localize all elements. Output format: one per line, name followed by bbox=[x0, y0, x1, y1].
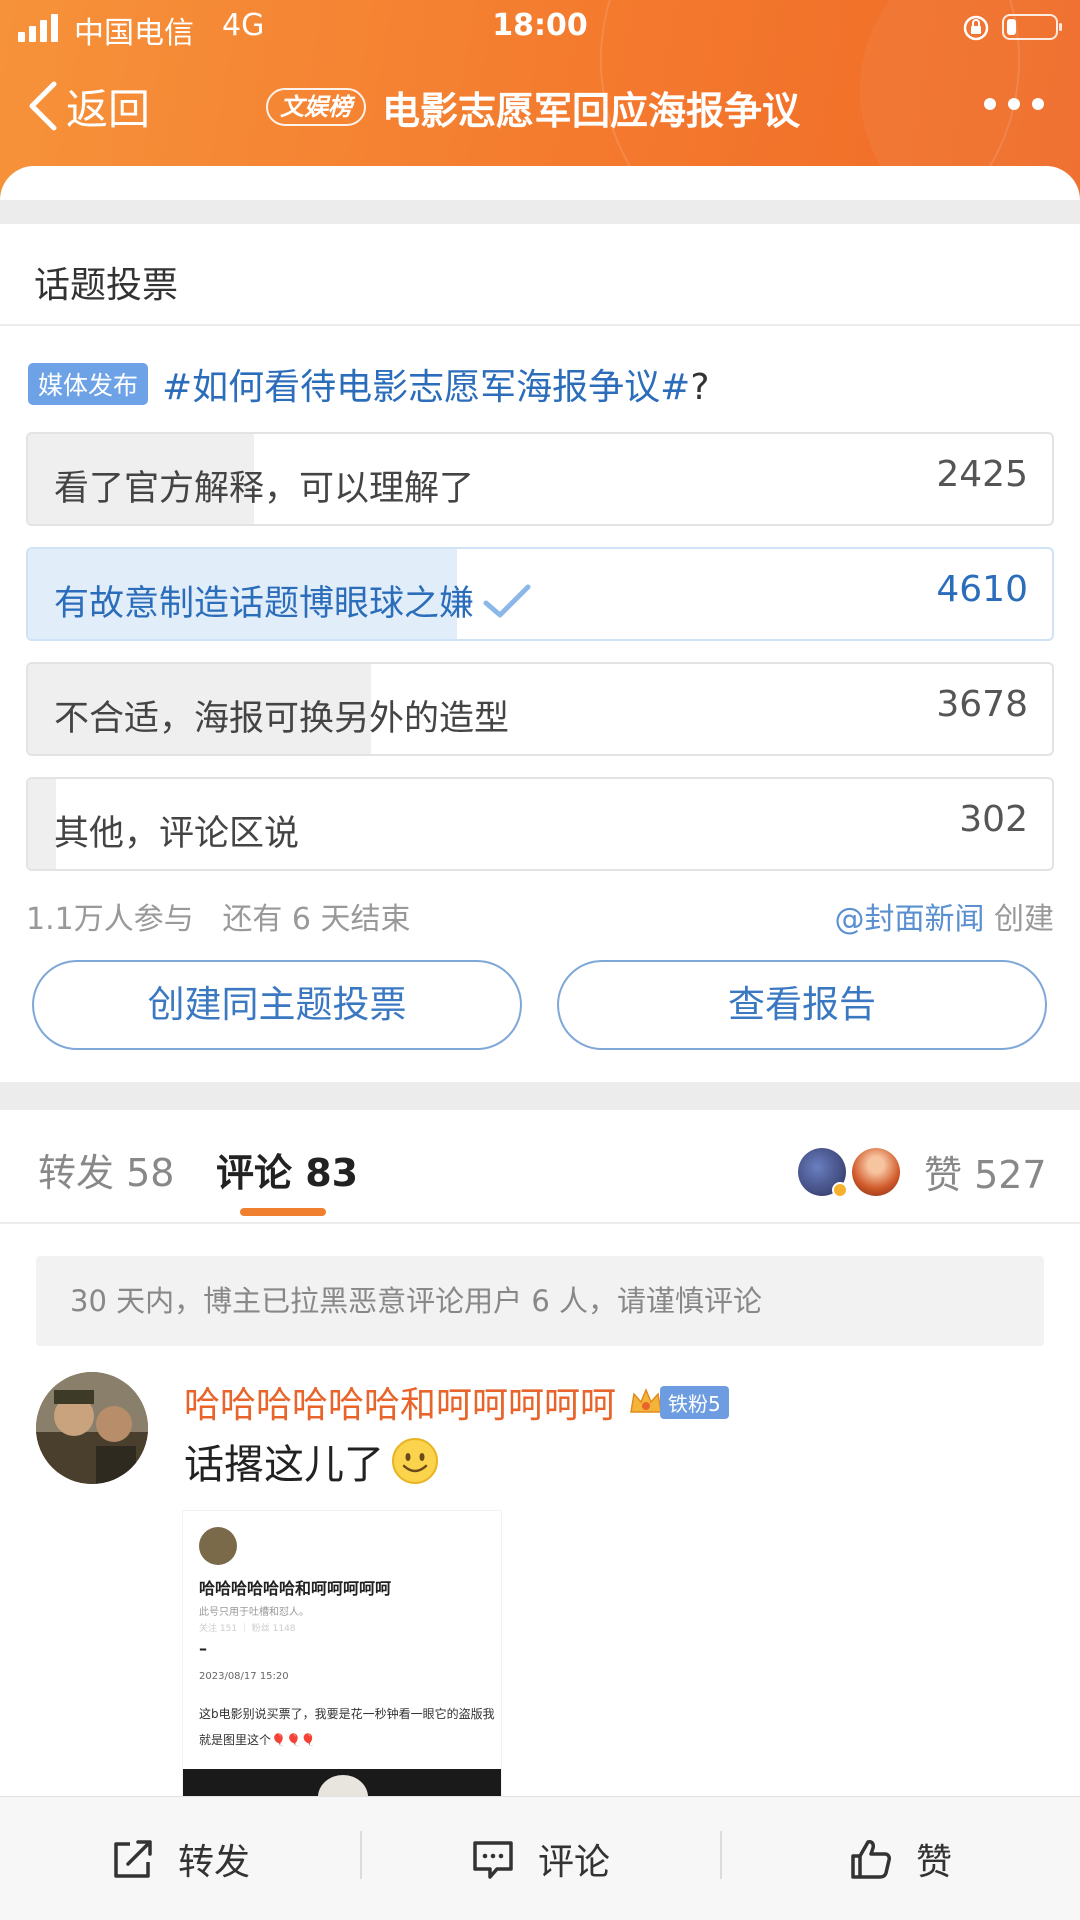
tab-comments[interactable]: 评论 83 bbox=[216, 1142, 358, 1197]
thumb-username: 哈哈哈哈哈哈和呵呵呵呵呵 bbox=[199, 1579, 392, 1598]
topic-hashtag[interactable]: #如何看待电影志愿军海报争议# bbox=[162, 367, 690, 408]
vote-option-selected[interactable]: 有故意制造话题博眼球之嫌 4610 bbox=[26, 547, 1054, 641]
comment-text-label: 话撂这儿了 bbox=[184, 1442, 384, 1488]
nav-bar: 返回 文娱榜 电影志愿军回应海报争议 bbox=[0, 70, 1080, 146]
more-dot bbox=[1032, 98, 1044, 110]
ranking-badge: 文娱榜 bbox=[266, 88, 366, 126]
media-tag: 媒体发布 bbox=[28, 363, 149, 405]
avatar-image bbox=[36, 1372, 148, 1484]
battery-icon bbox=[1002, 14, 1062, 40]
divider bbox=[360, 1831, 362, 1879]
divider bbox=[720, 1831, 722, 1879]
back-button[interactable]: 返回 bbox=[26, 76, 150, 136]
status-bar: 中国电信 4G 18:00 bbox=[0, 0, 1080, 56]
remaining-time: 还有 6 天结束 bbox=[222, 902, 411, 937]
tab-forward[interactable]: 转发 58 bbox=[38, 1142, 174, 1197]
vote-option[interactable]: 其他，评论区说 302 bbox=[26, 777, 1054, 871]
bottom-action-bar: 转发 评论 赞 bbox=[0, 1796, 1080, 1920]
forward-label: 转发 bbox=[178, 1842, 251, 1883]
vote-option-count: 3678 bbox=[936, 684, 1028, 725]
chevron-left-icon bbox=[29, 81, 57, 131]
comment-button[interactable]: 评论 bbox=[470, 1797, 610, 1920]
thumb-avatar bbox=[199, 1527, 237, 1565]
checkmark-icon bbox=[483, 584, 531, 617]
like-label: 赞 bbox=[916, 1842, 953, 1883]
page-title: 电影志愿军回应海报争议 bbox=[382, 89, 801, 133]
more-dot bbox=[1008, 98, 1020, 110]
divider bbox=[0, 324, 1080, 326]
creator-suffix: 创建 bbox=[994, 902, 1054, 937]
vote-option[interactable]: 看了官方解释，可以理解了 2425 bbox=[26, 432, 1054, 526]
vote-meta: 1.1万人参与 还有 6 天结束 @封面新闻 创建 bbox=[26, 894, 1054, 938]
username-label: 哈哈哈哈哈哈和呵呵呵呵呵 bbox=[184, 1385, 617, 1426]
vote-option-label: 其他，评论区说 bbox=[54, 814, 300, 854]
liker-avatar bbox=[852, 1147, 900, 1196]
comment-image[interactable]: 哈哈哈哈哈哈和呵呵呵呵呵 此号只用于吐槽和怼人。 关注 151 ｜ 粉丝 114… bbox=[182, 1510, 502, 1810]
participants-count: 1.1万人参与 bbox=[26, 902, 194, 937]
header: 中国电信 4G 18:00 返回 文娱榜 电影志愿军回应海报争议 bbox=[0, 0, 1080, 200]
comment-notice: 30 天内，博主已拉黑恶意评论用户 6 人，请谨慎评论 bbox=[36, 1256, 1044, 1346]
smile-emoji-icon bbox=[392, 1438, 438, 1484]
clock: 18:00 bbox=[492, 8, 588, 43]
vote-options: 看了官方解释，可以理解了 2425 有故意制造话题博眼球之嫌 4610 不合适，… bbox=[26, 432, 1054, 892]
comments-section: 转发 58 评论 83 赞 527 30 天内，博主已拉黑恶意评论用户 6 人，… bbox=[0, 1110, 1080, 1810]
comment-username[interactable]: 哈哈哈哈哈哈和呵呵呵呵呵 铁粉5 bbox=[184, 1376, 729, 1428]
header-curve bbox=[0, 166, 1080, 200]
vote-option-label: 有故意制造话题博眼球之嫌 bbox=[54, 584, 475, 624]
vote-option-bar bbox=[28, 779, 57, 869]
creator-link[interactable]: @封面新闻 bbox=[834, 902, 984, 937]
like-button[interactable]: 赞 bbox=[848, 1797, 952, 1920]
thumb-dash: – bbox=[199, 1639, 207, 1658]
thumb-body: 这b电影别说买票了，我要是花一秒钟看一眼它的盗版我就是图里这个🎈🎈🎈 bbox=[199, 1707, 495, 1747]
divider bbox=[0, 1222, 1080, 1224]
fan-badge: 铁粉5 bbox=[660, 1385, 729, 1419]
tab-likes[interactable]: 赞 527 bbox=[924, 1144, 1047, 1199]
comment-icon bbox=[473, 1841, 513, 1879]
vote-card: 话题投票 媒体发布 #如何看待电影志愿军海报争议#? 看了官方解释，可以理解了 … bbox=[0, 224, 1080, 1082]
tab-active-indicator bbox=[240, 1208, 326, 1216]
vote-option-count: 2425 bbox=[936, 454, 1028, 495]
vote-section-title: 话题投票 bbox=[34, 265, 179, 306]
more-button[interactable] bbox=[984, 94, 1044, 114]
thumb-stats: 关注 151 ｜ 粉丝 1148 bbox=[199, 1624, 296, 1634]
view-report-button[interactable]: 查看报告 bbox=[557, 960, 1047, 1050]
orientation-lock-icon bbox=[963, 15, 989, 41]
topic-suffix: ? bbox=[690, 367, 710, 408]
vote-option-label: 不合适，海报可换另外的造型 bbox=[54, 699, 510, 739]
vote-option-label: 看了官方解释，可以理解了 bbox=[54, 469, 475, 509]
avatar[interactable] bbox=[36, 1372, 148, 1484]
more-dot bbox=[984, 98, 996, 110]
crown-icon bbox=[630, 1388, 662, 1413]
liker-avatar bbox=[798, 1147, 848, 1198]
likers[interactable]: 赞 527 bbox=[798, 1144, 1047, 1199]
create-vote-button[interactable]: 创建同主题投票 bbox=[32, 960, 522, 1050]
thumb-signature: 此号只用于吐槽和怼人。 bbox=[199, 1607, 309, 1618]
vote-option-count: 302 bbox=[959, 799, 1028, 840]
comment-label: 评论 bbox=[538, 1842, 611, 1883]
thumbs-up-icon bbox=[851, 1840, 891, 1879]
comment-text: 话撂这儿了 bbox=[184, 1432, 440, 1490]
share-icon bbox=[114, 1840, 152, 1878]
vote-topic-row: 媒体发布 #如何看待电影志愿军海报争议#? bbox=[28, 354, 709, 414]
vote-option-count: 4610 bbox=[936, 569, 1028, 610]
back-label: 返回 bbox=[66, 84, 151, 134]
verified-badge-icon bbox=[832, 1181, 848, 1198]
thumb-date: 2023/08/17 15:20 bbox=[199, 1671, 289, 1682]
vote-option[interactable]: 不合适，海报可换另外的造型 3678 bbox=[26, 662, 1054, 756]
forward-button[interactable]: 转发 bbox=[110, 1797, 250, 1920]
vote-topic[interactable]: #如何看待电影志愿军海报争议#? bbox=[162, 358, 709, 410]
